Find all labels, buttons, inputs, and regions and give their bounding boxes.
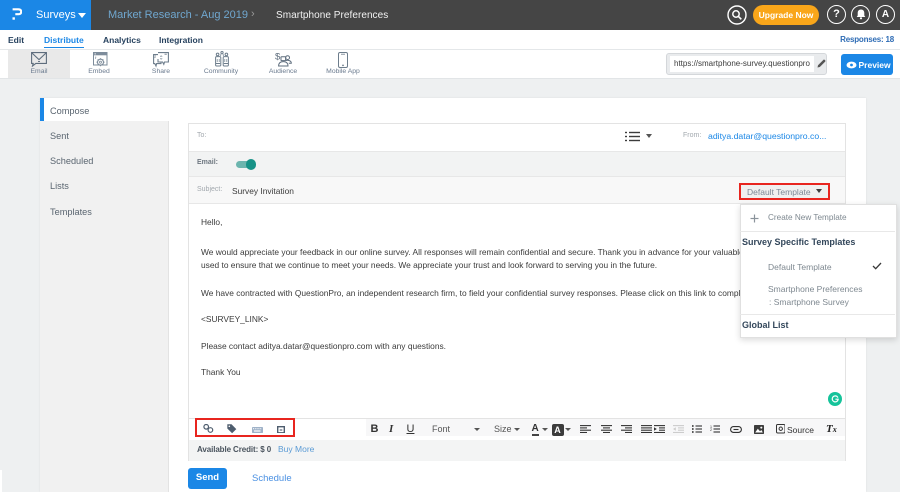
svg-text:2: 2: [710, 428, 712, 432]
svg-text:$: $: [275, 52, 281, 63]
